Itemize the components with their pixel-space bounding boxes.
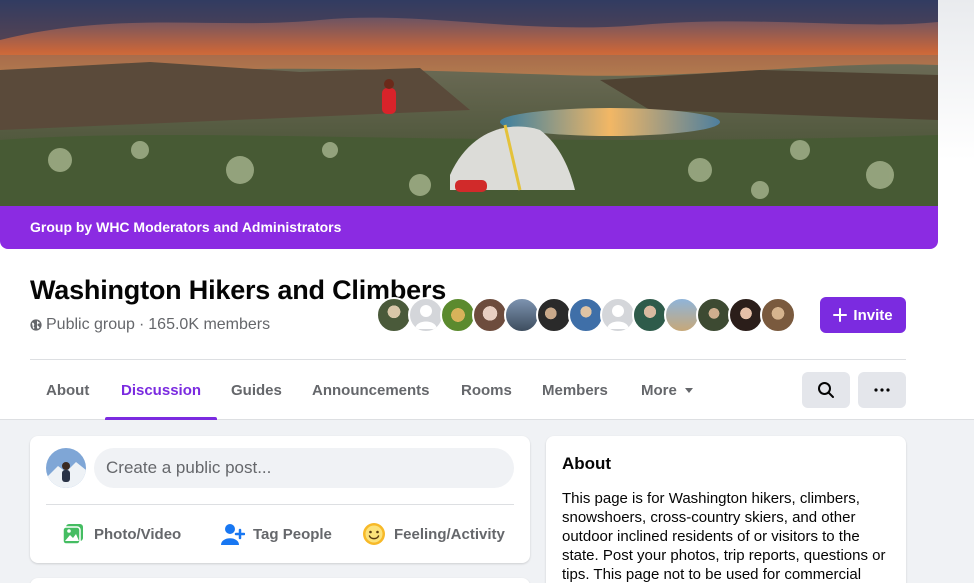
- member-avatar[interactable]: [568, 297, 604, 333]
- cover-photo[interactable]: Group by WHC Moderators and Administrato…: [0, 0, 938, 249]
- tab-members[interactable]: Members: [526, 374, 624, 420]
- tab-label: Announcements: [312, 382, 430, 399]
- tag-people-button[interactable]: Tag People: [221, 516, 332, 552]
- feed-card: [30, 578, 530, 583]
- caret-down-icon: [684, 388, 693, 393]
- header-divider: [30, 359, 906, 360]
- cover-banner-text[interactable]: Group by WHC Moderators and Administrato…: [30, 219, 341, 235]
- default-avatar-icon: [607, 305, 629, 329]
- member-avatar[interactable]: [728, 297, 764, 333]
- avatar-image: [46, 448, 86, 488]
- more-options-icon: [874, 388, 890, 392]
- member-avatar[interactable]: [440, 297, 476, 333]
- create-post-placeholder: Create a public post...: [106, 458, 272, 477]
- group-privacy: Public group: [46, 316, 135, 333]
- member-avatar[interactable]: [472, 297, 508, 333]
- globe-icon: [30, 319, 42, 331]
- tab-about[interactable]: About: [30, 374, 105, 420]
- member-avatar[interactable]: [536, 297, 572, 333]
- feeling-activity-label: Feeling/Activity: [394, 525, 505, 543]
- member-avatar[interactable]: [696, 297, 732, 333]
- cover-banner[interactable]: Group by WHC Moderators and Administrato…: [0, 206, 938, 249]
- group-meta: Public group · 165.0K members: [30, 316, 270, 334]
- tag-people-icon: [221, 524, 245, 545]
- member-avatar[interactable]: [664, 297, 700, 333]
- search-button[interactable]: [802, 372, 850, 408]
- member-avatar[interactable]: [600, 297, 636, 333]
- member-avatar[interactable]: [408, 297, 444, 333]
- member-avatar[interactable]: [376, 297, 412, 333]
- tab-guides[interactable]: Guides: [215, 374, 298, 420]
- search-icon: [818, 382, 834, 398]
- default-avatar-icon: [415, 305, 437, 329]
- member-avatar[interactable]: [760, 297, 796, 333]
- photo-video-icon: [62, 524, 83, 545]
- feeling-activity-button[interactable]: Feeling/Activity: [362, 516, 505, 552]
- tab-label: About: [46, 382, 90, 399]
- photo-video-label: Photo/Video: [94, 525, 182, 543]
- meta-separator: ·: [138, 316, 145, 333]
- feeling-icon: [363, 523, 385, 545]
- about-title: About: [562, 454, 612, 473]
- tab-rooms[interactable]: Rooms: [445, 374, 528, 420]
- post-composer: Create a public post... Photo/Video Tag …: [30, 436, 530, 563]
- tag-people-label: Tag People: [253, 525, 332, 543]
- plus-icon: [833, 308, 848, 322]
- tab-label: Rooms: [461, 382, 512, 399]
- tab-announcements[interactable]: Announcements: [296, 374, 446, 420]
- invite-button[interactable]: Invite: [820, 297, 906, 333]
- about-description: This page is for Washington hikers, clim…: [562, 490, 886, 583]
- photo-video-button[interactable]: Photo/Video: [62, 516, 181, 552]
- composer-divider: [46, 504, 514, 505]
- member-avatars[interactable]: [376, 297, 796, 333]
- current-user-avatar[interactable]: [46, 448, 86, 488]
- side-shadow: [938, 0, 974, 160]
- about-card: About This page is for Washington hikers…: [546, 436, 906, 583]
- group-member-count[interactable]: 165.0K members: [148, 316, 270, 334]
- tab-more[interactable]: More: [625, 374, 709, 420]
- tab-label: More: [641, 382, 677, 399]
- tab-label: Guides: [231, 382, 282, 399]
- cover-image: [0, 0, 938, 206]
- tab-label: Discussion: [121, 382, 202, 399]
- tab-label: Members: [542, 382, 608, 399]
- tab-discussion[interactable]: Discussion: [105, 374, 218, 420]
- create-post-input[interactable]: Create a public post...: [94, 448, 514, 488]
- invite-label: Invite: [853, 306, 893, 324]
- member-avatar[interactable]: [632, 297, 668, 333]
- member-avatar[interactable]: [504, 297, 540, 333]
- more-options-button[interactable]: [858, 372, 906, 408]
